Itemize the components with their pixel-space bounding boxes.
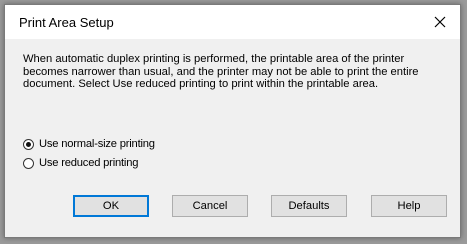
radio-button-checked[interactable] — [23, 138, 34, 150]
close-button[interactable] — [420, 5, 460, 39]
help-button[interactable]: Help — [371, 195, 447, 217]
cancel-button[interactable]: Cancel — [172, 195, 248, 217]
dialog-title: Print Area Setup — [19, 15, 114, 30]
reduced-printing-label: Use reduced printing — [39, 157, 139, 169]
reduced-printing-option[interactable]: Use reduced printing — [23, 157, 138, 169]
radio-button-unchecked[interactable] — [23, 157, 34, 169]
defaults-button[interactable]: Defaults — [271, 195, 347, 217]
close-icon — [434, 16, 446, 28]
ok-button[interactable]: OK — [73, 195, 149, 217]
dialog-message: When automatic duplex printing is perfor… — [23, 53, 419, 91]
print-area-setup-dialog: Print Area Setup When automatic duplex p… — [4, 4, 461, 238]
title-bar: Print Area Setup — [5, 5, 460, 39]
normal-size-printing-label: Use normal-size printing — [39, 138, 155, 150]
normal-size-printing-option[interactable]: Use normal-size printing — [23, 138, 155, 150]
